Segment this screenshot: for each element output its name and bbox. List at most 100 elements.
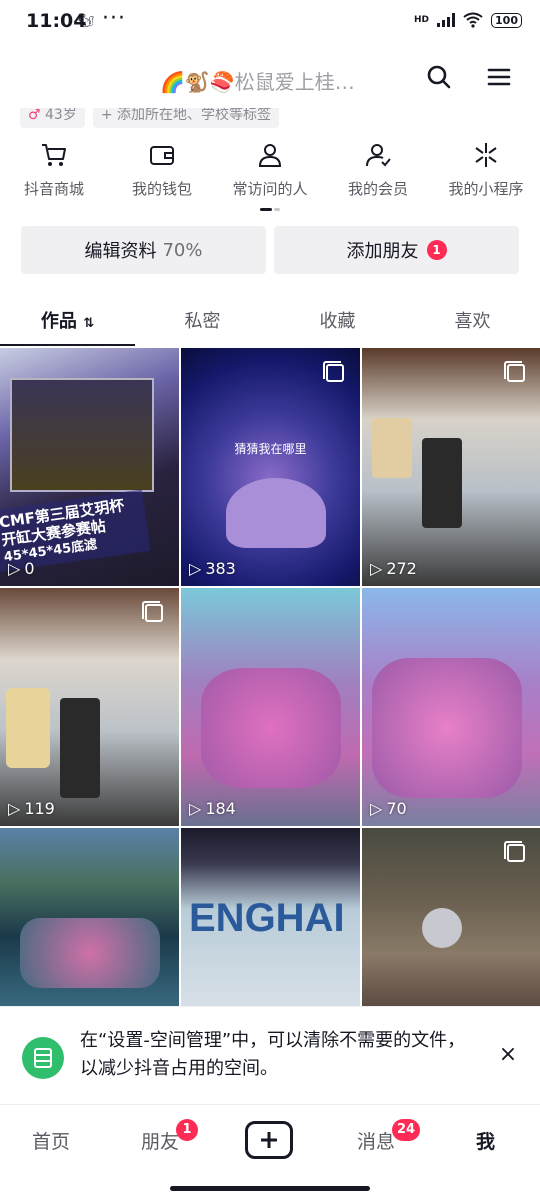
- create-button[interactable]: [245, 1121, 293, 1159]
- coral-thumbnail: [201, 668, 341, 788]
- aquarium-thumbnail: [10, 378, 154, 492]
- nav-me[interactable]: 我: [476, 1127, 495, 1154]
- multi-image-icon: [504, 841, 525, 862]
- play-icon: ▷: [189, 559, 202, 578]
- profile-completion: 70%: [162, 239, 203, 261]
- play-count: ▷ 184: [189, 799, 236, 818]
- multi-image-icon: [504, 361, 525, 382]
- multi-image-icon: [323, 361, 344, 382]
- play-count-value: 184: [205, 799, 236, 818]
- profile-nickname: 🌈🐒🍣松鼠爱上桂…: [160, 70, 355, 94]
- add-tag-button[interactable]: + 添加所在地、学校等标签: [92, 108, 280, 128]
- quick-actions: 抖音商城 我的钱包 常访问的人 我的会员 我的小程序: [0, 140, 540, 210]
- play-count: ▷ 272: [370, 559, 417, 578]
- play-count-value: 383: [205, 559, 236, 578]
- wallet-icon: [150, 146, 174, 165]
- bottle-thumbnail: [60, 698, 100, 798]
- battery-icon: 100: [491, 12, 522, 28]
- add-friend-badge: 1: [426, 240, 447, 260]
- video-tile[interactable]: 猜猜我在哪里 ▷ 383: [181, 348, 360, 586]
- member-icon: [366, 144, 391, 167]
- play-count: ▷ 0: [8, 559, 35, 578]
- play-count-value: 272: [386, 559, 417, 578]
- bottle-thumbnail: [6, 688, 50, 768]
- wifi-icon: [463, 12, 483, 28]
- add-friend-label: 添加朋友: [346, 241, 419, 262]
- person-icon: [258, 144, 282, 167]
- bottle-thumbnail: [372, 418, 412, 478]
- profile-header: 🌈🐒🍣松鼠爱上桂…: [0, 52, 540, 108]
- video-tile[interactable]: [0, 828, 179, 1008]
- play-icon: ▷: [370, 799, 383, 818]
- age-tag[interactable]: ♂ 43岁: [20, 108, 85, 128]
- plus-icon: [261, 1132, 277, 1148]
- add-friend-button[interactable]: 添加朋友 1: [274, 226, 519, 274]
- miniapp-icon: [475, 143, 497, 167]
- tab-favorites[interactable]: 收藏: [270, 300, 405, 346]
- play-count: ▷ 70: [370, 799, 407, 818]
- video-tile[interactable]: ▷ 184: [181, 588, 360, 826]
- tab-works-label: 作品: [40, 311, 77, 332]
- coral-rock-thumbnail: [226, 478, 326, 548]
- profile-tags: ♂ 43岁 + 添加所在地、学校等标签: [20, 108, 280, 130]
- nav-home[interactable]: 首页: [32, 1127, 70, 1154]
- action-wallet[interactable]: 我的钱包: [108, 140, 216, 210]
- video-tile[interactable]: ▷ 119: [0, 588, 179, 826]
- nav-friends[interactable]: 朋友: [141, 1127, 179, 1154]
- play-icon: ▷: [189, 799, 202, 818]
- action-mall[interactable]: 抖音商城: [0, 140, 108, 210]
- action-member[interactable]: 我的会员: [324, 140, 432, 210]
- product-thumbnail: ENGHAI: [189, 896, 345, 940]
- action-label: 我的小程序: [448, 180, 524, 198]
- hd-label: HD: [414, 15, 430, 25]
- play-count-value: 70: [386, 799, 407, 818]
- action-label: 常访问的人: [232, 180, 308, 198]
- video-tile[interactable]: ▷ 70: [362, 588, 540, 826]
- play-count-value: 119: [24, 799, 55, 818]
- search-icon[interactable]: [424, 62, 454, 92]
- multi-image-icon: [142, 601, 163, 622]
- status-more-dots: ···: [102, 6, 126, 31]
- home-indicator: [170, 1186, 370, 1191]
- video-tile[interactable]: ▷ 272: [362, 348, 540, 586]
- storage-tip-text[interactable]: 在“设置-空间管理”中，可以清除不需要的文件，以减少抖音占用的空间。: [80, 1027, 470, 1083]
- play-icon: ▷: [8, 559, 21, 578]
- video-tile[interactable]: [362, 828, 540, 1008]
- video-tile[interactable]: ENGHAI: [181, 828, 360, 1008]
- play-count: ▷ 383: [189, 559, 236, 578]
- play-count-value: 0: [24, 559, 35, 578]
- profile-tabs: 作品 ⇅ 私密 收藏 喜欢: [0, 300, 540, 346]
- tab-underline: [0, 344, 135, 346]
- aquarium-thumbnail: [20, 918, 160, 988]
- tab-likes[interactable]: 喜欢: [405, 300, 540, 346]
- edit-profile-button[interactable]: 编辑资料 70%: [21, 226, 266, 274]
- status-right-icons: HD 100: [414, 12, 522, 28]
- action-label: 我的钱包: [131, 180, 192, 198]
- tab-private[interactable]: 私密: [135, 300, 270, 346]
- action-label: 抖音商城: [23, 180, 84, 198]
- messages-badge: 24: [392, 1119, 421, 1141]
- tab-works[interactable]: 作品 ⇅: [0, 300, 135, 346]
- video-caption: 猜猜我在哪里: [234, 442, 307, 456]
- video-tile[interactable]: CMF第三届艾玥杯 开缸大赛参赛帖 45*45*45底滤 ▷ 0: [0, 348, 179, 586]
- menu-icon[interactable]: [484, 62, 514, 92]
- action-miniapp[interactable]: 我的小程序: [432, 140, 540, 210]
- friends-badge: 1: [176, 1119, 198, 1141]
- signal-icon: [437, 13, 456, 27]
- storage-icon: [22, 1037, 64, 1079]
- bottle-thumbnail: [422, 438, 462, 528]
- play-count: ▷ 119: [8, 799, 55, 818]
- close-icon[interactable]: ×: [496, 1043, 520, 1067]
- action-frequent[interactable]: 常访问的人: [216, 140, 324, 210]
- play-icon: ▷: [370, 559, 383, 578]
- status-bar: 11:04 🐿 ··· HD 100: [0, 0, 540, 44]
- device-thumbnail: [422, 908, 462, 948]
- sort-icon[interactable]: ⇅: [83, 316, 94, 331]
- squirrel-status-icon: 🐿: [78, 14, 95, 29]
- cart-icon: [42, 144, 66, 166]
- play-icon: ▷: [8, 799, 21, 818]
- nav-messages[interactable]: 消息: [357, 1127, 395, 1154]
- storage-tip-banner: 在“设置-空间管理”中，可以清除不需要的文件，以减少抖音占用的空间。 ×: [0, 1006, 540, 1105]
- coral-thumbnail: [372, 658, 522, 798]
- action-label: 我的会员: [347, 180, 408, 198]
